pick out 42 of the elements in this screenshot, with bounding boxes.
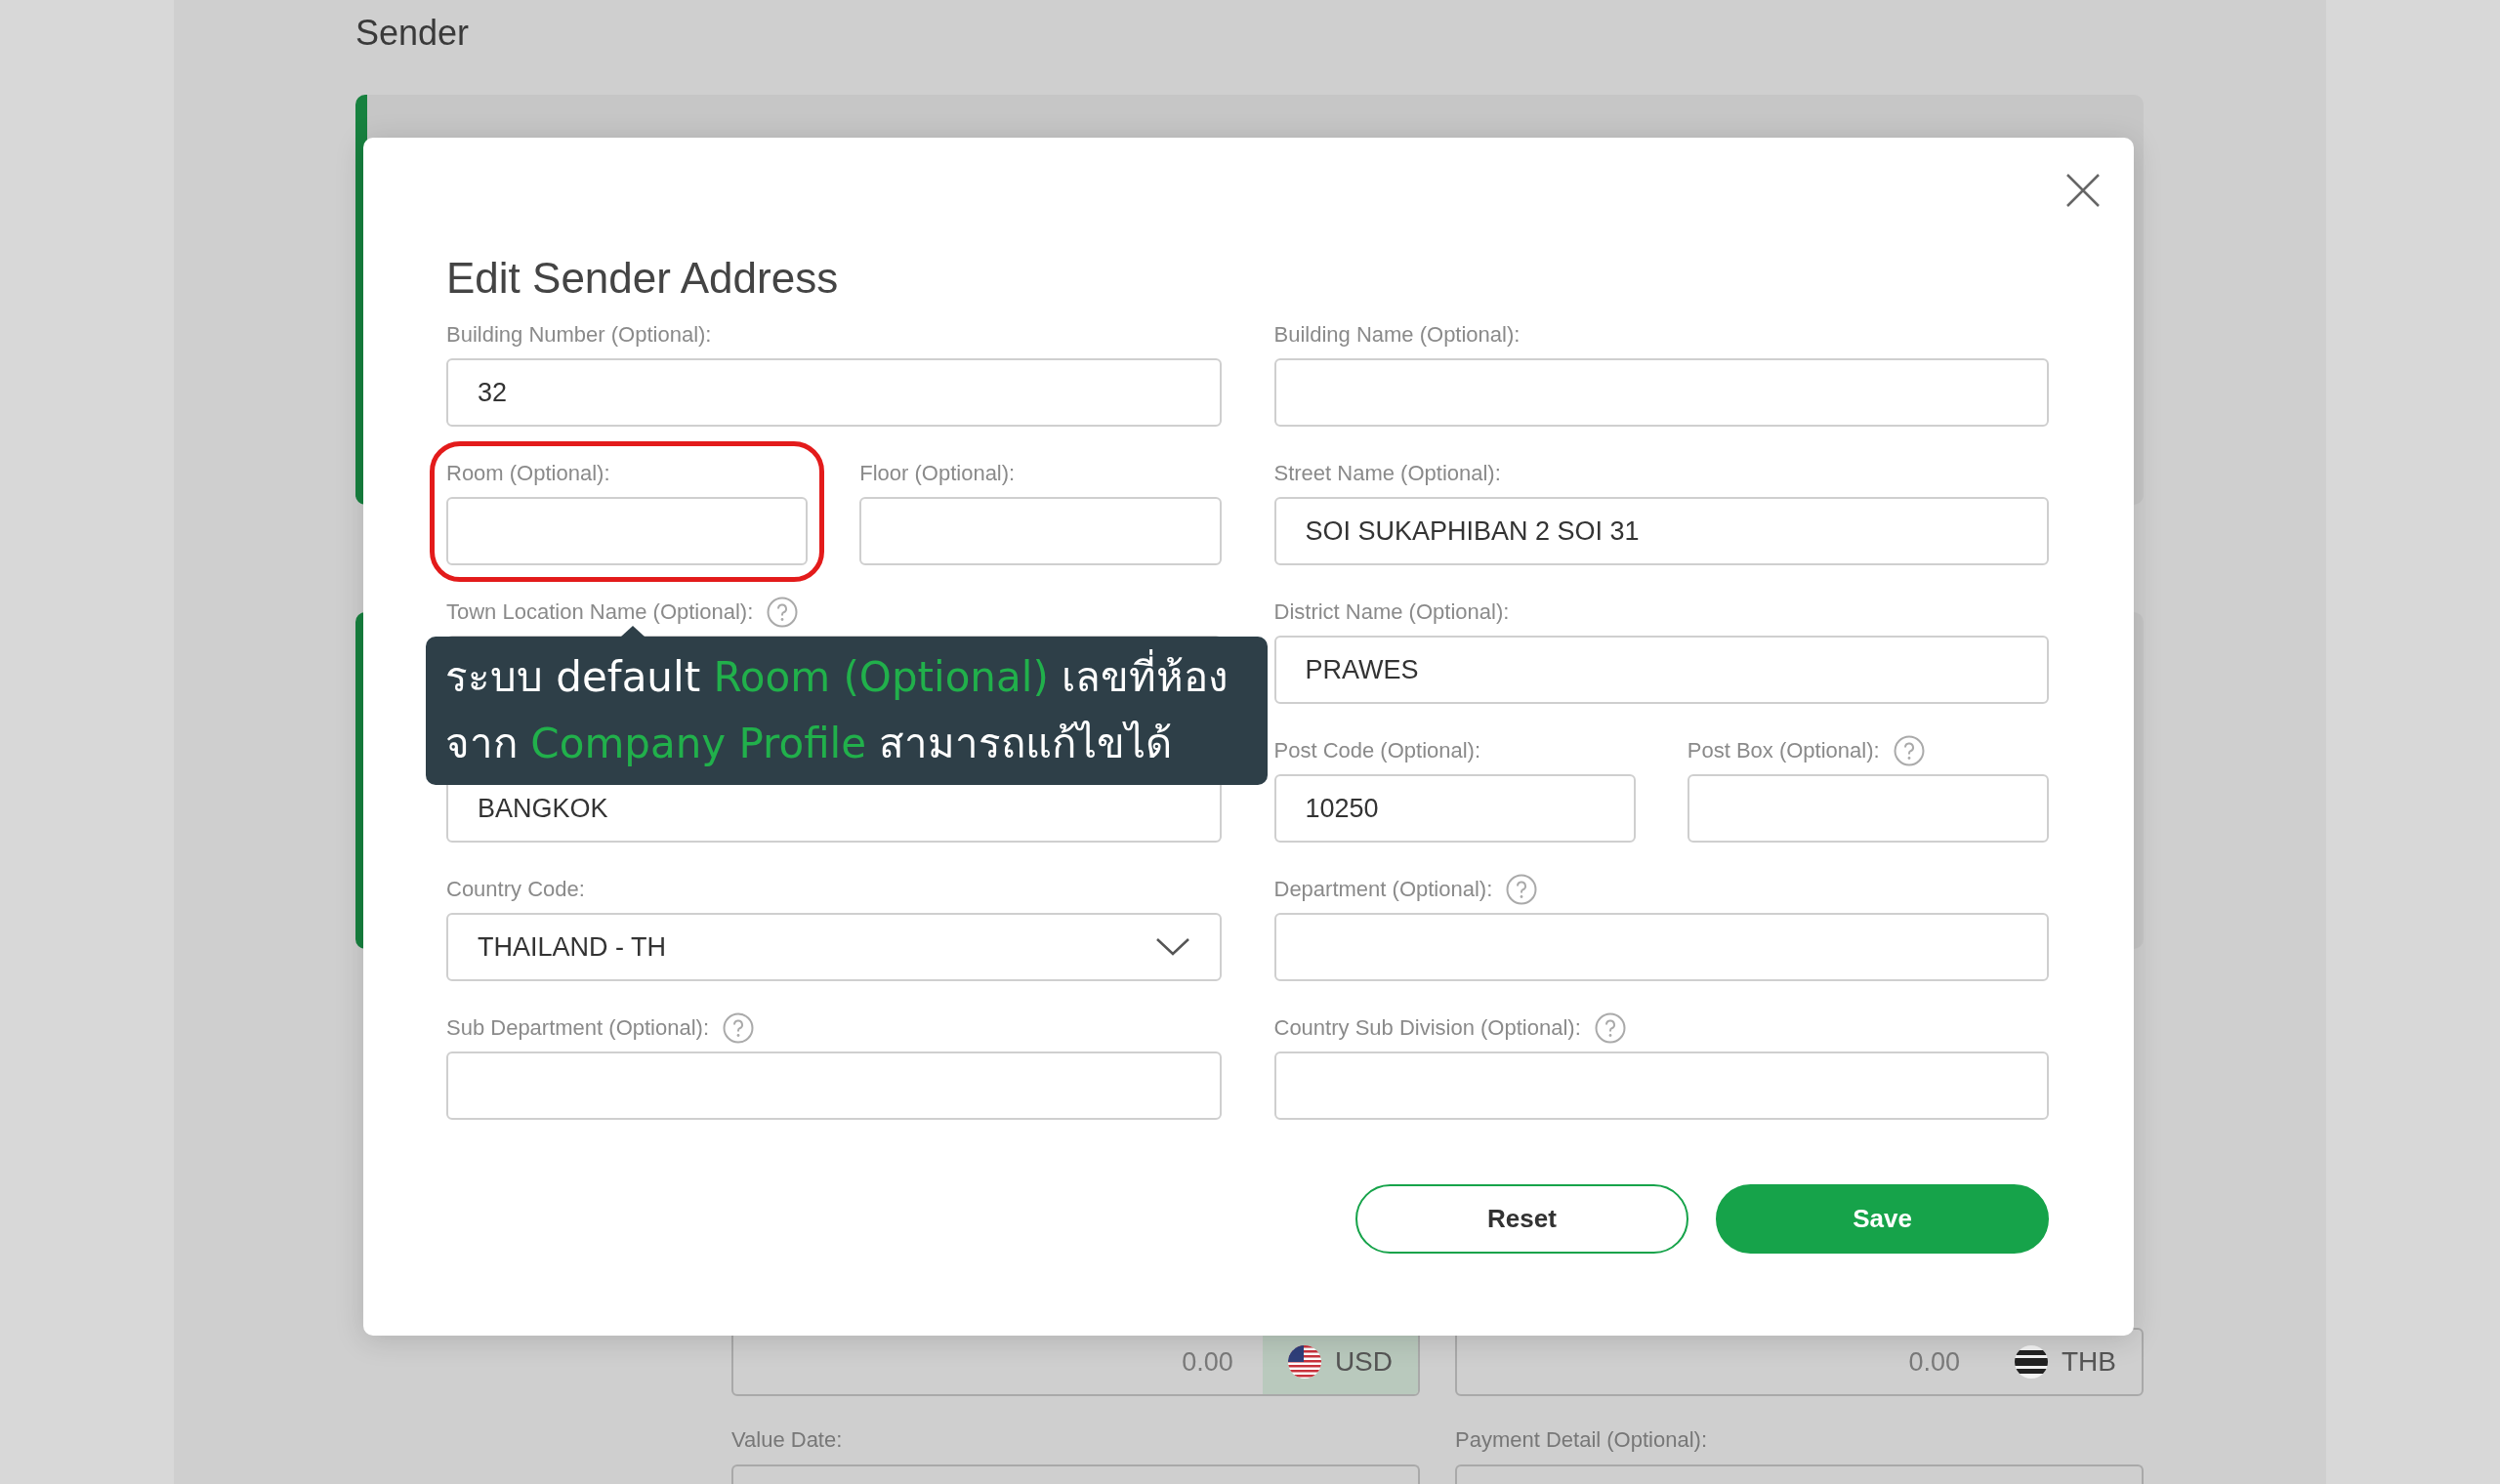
field-label: Town Location Name (Optional): (446, 599, 754, 625)
field-label: Country Sub Division (Optional): (1273, 1015, 1581, 1041)
input-field[interactable]: SOI SUKAPHIBAN 2 SOI 31 (1273, 497, 2049, 565)
amount-value: 0.00 (1908, 1346, 1961, 1378)
input-field[interactable] (446, 497, 809, 565)
input-field[interactable] (1273, 358, 2049, 427)
help-icon[interactable] (723, 1012, 755, 1044)
reset-button[interactable]: Reset (1355, 1184, 1688, 1254)
currency-selector[interactable]: THB (1989, 1330, 2142, 1394)
input-field[interactable] (1273, 1051, 2049, 1120)
chevron-down-icon (1154, 937, 1190, 957)
field-label: Building Number (Optional): (446, 322, 712, 348)
field-label: Value Date: (731, 1427, 844, 1453)
help-icon[interactable] (1893, 735, 1925, 766)
field-label: Street Name (Optional): (1273, 461, 1501, 486)
field-label: Post Box (Optional): (1687, 738, 1880, 763)
input-field[interactable] (1687, 774, 2049, 843)
amount-value: 0.00 (1182, 1346, 1234, 1378)
input-field[interactable] (446, 1051, 1222, 1120)
dialog-title: Edit Sender Address (446, 253, 840, 304)
input-field[interactable]: 10250 (1273, 774, 1636, 843)
input-field[interactable]: 32 (446, 358, 1222, 427)
flag-icon (2015, 1345, 2048, 1379)
help-icon[interactable] (767, 597, 799, 628)
field-label: Payment Detail (Optional): (1455, 1427, 1708, 1453)
section-title: Sender (355, 14, 471, 53)
input-field[interactable]: PRAWES (1273, 636, 2049, 704)
flag-icon (1287, 1345, 1321, 1379)
input-field[interactable] (859, 497, 1222, 565)
field-label: Country Code: (446, 877, 585, 902)
field-label: District Name (Optional): (1273, 599, 1510, 625)
country-select[interactable]: THAILAND - TH (446, 913, 1222, 981)
field-label: Sub Department (Optional): (446, 1015, 710, 1041)
field-label: Floor (Optional): (859, 461, 1016, 486)
field-label: Post Code (Optional): (1273, 738, 1481, 763)
help-icon[interactable] (1594, 1012, 1626, 1044)
field-label: Building Name (Optional): (1273, 322, 1521, 348)
field-label: Department (Optional): (1273, 877, 1493, 902)
input-field[interactable] (1273, 913, 2049, 981)
tooltip-text: ระบบ default Room (Optional) เลขที่ห้อง จาก Company Profile สามารถแก้ไขได้ (445, 644, 1258, 777)
help-icon[interactable] (1506, 874, 1538, 905)
field-label: Room (Optional): (446, 461, 610, 486)
